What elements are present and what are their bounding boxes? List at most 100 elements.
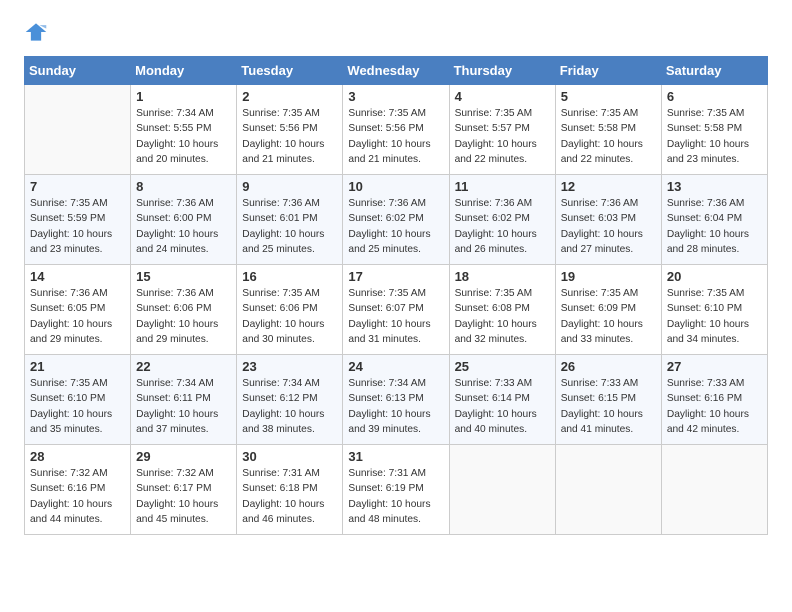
day-number: 31 <box>348 449 443 464</box>
calendar-week-row: 21Sunrise: 7:35 AMSunset: 6:10 PMDayligh… <box>25 355 768 445</box>
day-info: Sunrise: 7:35 AMSunset: 6:06 PMDaylight:… <box>242 286 337 347</box>
calendar-cell: 30Sunrise: 7:31 AMSunset: 6:18 PMDayligh… <box>237 445 343 535</box>
calendar-week-row: 28Sunrise: 7:32 AMSunset: 6:16 PMDayligh… <box>25 445 768 535</box>
day-number: 15 <box>136 269 231 284</box>
calendar-cell: 1 Sunrise: 7:34 AMSunset: 5:55 PMDaylight… <box>131 85 237 175</box>
day-info: Sunrise: 7:33 AMSunset: 6:16 PMDaylight:… <box>667 376 762 437</box>
day-info: Sunrise: 7:36 AMSunset: 6:02 PMDaylight:… <box>455 196 550 257</box>
weekday-header: Sunday <box>25 57 131 85</box>
day-info: Sunrise: 7:32 AMSunset: 6:16 PMDaylight:… <box>30 466 125 527</box>
day-number: 6 <box>667 89 762 104</box>
day-number: 25 <box>455 359 550 374</box>
day-number: 18 <box>455 269 550 284</box>
weekday-header: Thursday <box>449 57 555 85</box>
day-info: Sunrise: 7:31 AMSunset: 6:19 PMDaylight:… <box>348 466 443 527</box>
day-number: 23 <box>242 359 337 374</box>
day-number: 14 <box>30 269 125 284</box>
day-info: Sunrise: 7:34 AMSunset: 6:11 PMDaylight:… <box>136 376 231 437</box>
day-info: Sunrise: 7:35 AMSunset: 5:57 PMDaylight:… <box>455 106 550 167</box>
calendar-cell: 16 Sunrise: 7:35 AMSunset: 6:06 PMDayligh… <box>237 265 343 355</box>
day-info: Sunrise: 7:34 AMSunset: 6:12 PMDaylight:… <box>242 376 337 437</box>
day-info: Sunrise: 7:31 AMSunset: 6:18 PMDaylight:… <box>242 466 337 527</box>
calendar-cell: 20 Sunrise: 7:35 AMSunset: 6:10 PMDayligh… <box>661 265 767 355</box>
day-number: 19 <box>561 269 656 284</box>
day-number: 10 <box>348 179 443 194</box>
day-number: 5 <box>561 89 656 104</box>
weekday-header: Wednesday <box>343 57 449 85</box>
weekday-header: Saturday <box>661 57 767 85</box>
calendar-cell <box>449 445 555 535</box>
calendar-cell: 12 Sunrise: 7:36 AMSunset: 6:03 PMDayligh… <box>555 175 661 265</box>
calendar-cell: 5 Sunrise: 7:35 AMSunset: 5:58 PMDaylight… <box>555 85 661 175</box>
day-number: 7 <box>30 179 125 194</box>
day-info: Sunrise: 7:32 AMSunset: 6:17 PMDaylight:… <box>136 466 231 527</box>
day-number: 27 <box>667 359 762 374</box>
day-number: 1 <box>136 89 231 104</box>
day-info: Sunrise: 7:33 AMSunset: 6:15 PMDaylight:… <box>561 376 656 437</box>
day-info: Sunrise: 7:35 AMSunset: 6:07 PMDaylight:… <box>348 286 443 347</box>
calendar-cell: 19 Sunrise: 7:35 AMSunset: 6:09 PMDayligh… <box>555 265 661 355</box>
day-info: Sunrise: 7:36 AMSunset: 6:04 PMDaylight:… <box>667 196 762 257</box>
calendar-cell: 24Sunrise: 7:34 AMSunset: 6:13 PMDayligh… <box>343 355 449 445</box>
calendar-cell: 4 Sunrise: 7:35 AMSunset: 5:57 PMDaylight… <box>449 85 555 175</box>
day-number: 9 <box>242 179 337 194</box>
calendar-cell: 13 Sunrise: 7:36 AMSunset: 6:04 PMDayligh… <box>661 175 767 265</box>
weekday-header: Monday <box>131 57 237 85</box>
day-info: Sunrise: 7:36 AMSunset: 6:02 PMDaylight:… <box>348 196 443 257</box>
day-info: Sunrise: 7:35 AMSunset: 6:09 PMDaylight:… <box>561 286 656 347</box>
calendar-cell <box>661 445 767 535</box>
calendar-cell: 23 Sunrise: 7:34 AMSunset: 6:12 PMDayligh… <box>237 355 343 445</box>
calendar-header-row: SundayMondayTuesdayWednesdayThursdayFrid… <box>25 57 768 85</box>
weekday-header: Tuesday <box>237 57 343 85</box>
day-number: 26 <box>561 359 656 374</box>
calendar-cell: 11 Sunrise: 7:36 AMSunset: 6:02 PMDayligh… <box>449 175 555 265</box>
day-number: 17 <box>348 269 443 284</box>
day-number: 22 <box>136 359 231 374</box>
calendar-cell: 27 Sunrise: 7:33 AMSunset: 6:16 PMDayligh… <box>661 355 767 445</box>
day-info: Sunrise: 7:34 AMSunset: 6:13 PMDaylight:… <box>348 376 443 437</box>
calendar-cell <box>25 85 131 175</box>
day-info: Sunrise: 7:35 AMSunset: 6:10 PMDaylight:… <box>667 286 762 347</box>
day-info: Sunrise: 7:36 AMSunset: 6:05 PMDaylight:… <box>30 286 125 347</box>
day-info: Sunrise: 7:35 AMSunset: 6:10 PMDaylight:… <box>30 376 125 437</box>
day-number: 13 <box>667 179 762 194</box>
calendar-cell: 8Sunrise: 7:36 AMSunset: 6:00 PMDaylight… <box>131 175 237 265</box>
day-number: 20 <box>667 269 762 284</box>
day-info: Sunrise: 7:35 AMSunset: 5:56 PMDaylight:… <box>348 106 443 167</box>
weekday-header: Friday <box>555 57 661 85</box>
day-number: 16 <box>242 269 337 284</box>
calendar-cell: 17 Sunrise: 7:35 AMSunset: 6:07 PMDayligh… <box>343 265 449 355</box>
calendar-cell: 10 Sunrise: 7:36 AMSunset: 6:02 PMDayligh… <box>343 175 449 265</box>
day-number: 11 <box>455 179 550 194</box>
calendar-week-row: 1 Sunrise: 7:34 AMSunset: 5:55 PMDaylight… <box>25 85 768 175</box>
day-number: 29 <box>136 449 231 464</box>
calendar-cell: 14 Sunrise: 7:36 AMSunset: 6:05 PMDayligh… <box>25 265 131 355</box>
calendar-cell: 22 Sunrise: 7:34 AMSunset: 6:11 PMDayligh… <box>131 355 237 445</box>
calendar-cell: 9 Sunrise: 7:36 AMSunset: 6:01 PMDaylight… <box>237 175 343 265</box>
day-info: Sunrise: 7:34 AMSunset: 5:55 PMDaylight:… <box>136 106 231 167</box>
day-info: Sunrise: 7:33 AMSunset: 6:14 PMDaylight:… <box>455 376 550 437</box>
day-number: 4 <box>455 89 550 104</box>
logo <box>24 20 52 44</box>
day-info: Sunrise: 7:35 AMSunset: 5:56 PMDaylight:… <box>242 106 337 167</box>
page-header <box>24 20 768 44</box>
logo-icon <box>24 20 48 44</box>
calendar-cell: 21Sunrise: 7:35 AMSunset: 6:10 PMDayligh… <box>25 355 131 445</box>
calendar-cell: 28Sunrise: 7:32 AMSunset: 6:16 PMDayligh… <box>25 445 131 535</box>
calendar-cell: 2Sunrise: 7:35 AMSunset: 5:56 PMDaylight… <box>237 85 343 175</box>
calendar-cell: 7Sunrise: 7:35 AMSunset: 5:59 PMDaylight… <box>25 175 131 265</box>
calendar-cell: 15 Sunrise: 7:36 AMSunset: 6:06 PMDayligh… <box>131 265 237 355</box>
day-number: 12 <box>561 179 656 194</box>
calendar-cell <box>555 445 661 535</box>
day-info: Sunrise: 7:35 AMSunset: 5:58 PMDaylight:… <box>561 106 656 167</box>
calendar-table: SundayMondayTuesdayWednesdayThursdayFrid… <box>24 56 768 535</box>
calendar-week-row: 7Sunrise: 7:35 AMSunset: 5:59 PMDaylight… <box>25 175 768 265</box>
day-number: 3 <box>348 89 443 104</box>
calendar-week-row: 14 Sunrise: 7:36 AMSunset: 6:05 PMDayligh… <box>25 265 768 355</box>
day-info: Sunrise: 7:36 AMSunset: 6:06 PMDaylight:… <box>136 286 231 347</box>
day-info: Sunrise: 7:36 AMSunset: 6:03 PMDaylight:… <box>561 196 656 257</box>
calendar-cell: 3 Sunrise: 7:35 AMSunset: 5:56 PMDaylight… <box>343 85 449 175</box>
calendar-cell: 26 Sunrise: 7:33 AMSunset: 6:15 PMDayligh… <box>555 355 661 445</box>
day-info: Sunrise: 7:35 AMSunset: 6:08 PMDaylight:… <box>455 286 550 347</box>
day-info: Sunrise: 7:36 AMSunset: 6:01 PMDaylight:… <box>242 196 337 257</box>
